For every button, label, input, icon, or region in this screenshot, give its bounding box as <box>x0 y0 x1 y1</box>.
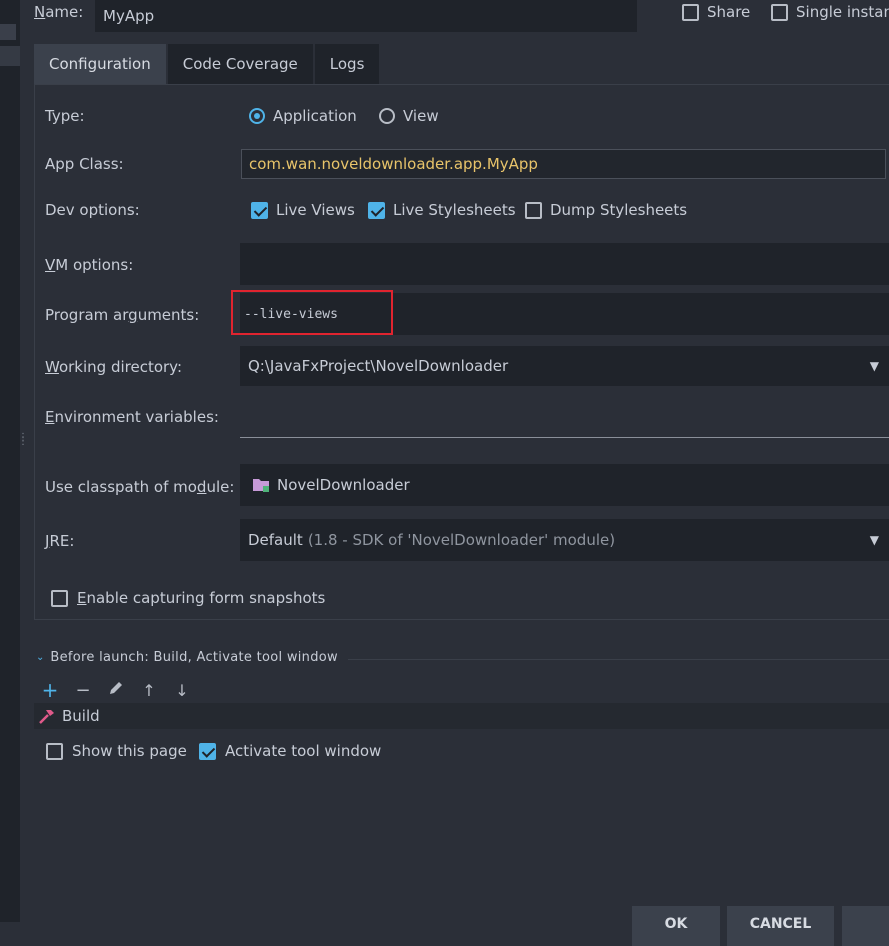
dump-stylesheets-label: Dump Stylesheets <box>550 201 688 219</box>
before-launch-title: Before launch: Build, Activate tool wind… <box>50 650 338 665</box>
sidebar-selection <box>0 24 16 40</box>
single-instance-label: Single instan <box>796 3 889 21</box>
name-label: Name: <box>34 3 84 21</box>
remove-icon[interactable]: − <box>74 680 92 701</box>
activate-tool-window-checkbox[interactable]: Activate tool window <box>199 742 381 760</box>
live-views-label: Live Views <box>276 201 355 219</box>
working-dir-field[interactable]: Q:\JavaFxProject\NovelDownloader ▼ <box>240 346 889 386</box>
tab-code-coverage[interactable]: Code Coverage <box>167 44 313 84</box>
before-launch-list: Build <box>34 703 889 729</box>
ok-button[interactable]: OK <box>632 906 720 946</box>
sidebar-selection-2 <box>0 46 20 66</box>
classpath-field[interactable]: NovelDownloader <box>240 464 889 506</box>
before-launch-toolbar: + − ↑ ↓ <box>41 678 191 702</box>
single-instance-checkbox[interactable]: Single instan <box>771 3 889 21</box>
chevron-down-icon[interactable]: ⌄ <box>36 652 44 663</box>
env-vars-field[interactable] <box>240 397 889 438</box>
build-hammer-icon <box>38 707 56 725</box>
classpath-label: Use classpath of module: <box>45 478 235 496</box>
share-checkbox-box[interactable] <box>682 3 699 21</box>
tab-configuration[interactable]: Configuration <box>34 44 166 84</box>
radio-view-label: View <box>403 107 439 125</box>
module-folder-icon <box>253 477 271 493</box>
app-class-label: App Class: <box>45 155 124 173</box>
add-icon[interactable]: + <box>41 678 59 702</box>
before-launch-header[interactable]: ⌄ Before launch: Build, Activate tool wi… <box>36 650 338 665</box>
show-page-check[interactable] <box>46 742 63 760</box>
dev-options-label: Dev options: <box>45 201 140 219</box>
highlight-box <box>231 290 393 335</box>
snapshots-checkbox[interactable]: Enable capturing form snapshots <box>51 589 325 607</box>
env-vars-label: Environment variables: <box>45 408 219 426</box>
build-task-label[interactable]: Build <box>62 707 100 725</box>
jre-label: JRE: <box>45 532 75 550</box>
live-stylesheets-checkbox[interactable]: Live Stylesheets <box>368 201 516 219</box>
tab-logs[interactable]: Logs <box>314 44 380 84</box>
jre-field[interactable]: Default (1.8 - SDK of 'NovelDownloader' … <box>240 519 889 561</box>
name-value: MyApp <box>103 7 155 25</box>
dump-stylesheets-checkbox[interactable]: Dump Stylesheets <box>525 201 687 219</box>
dump-stylesheets-check[interactable] <box>525 201 542 219</box>
activate-tool-window-label: Activate tool window <box>225 742 382 760</box>
radio-application[interactable] <box>249 108 265 124</box>
arrow-up-icon[interactable]: ↑ <box>140 681 158 700</box>
apply-button[interactable] <box>842 906 889 946</box>
program-args-label: Program arguments: <box>45 306 200 324</box>
left-sidebar <box>0 0 20 922</box>
classpath-value: NovelDownloader <box>277 476 410 494</box>
resize-grip-icon[interactable]: ⋮ ⋮ <box>18 433 28 452</box>
cancel-button[interactable]: CANCEL <box>727 906 834 946</box>
app-class-field[interactable]: com.wan.noveldownloader.app.MyApp <box>241 149 886 179</box>
show-page-checkbox[interactable]: Show this page <box>46 742 187 760</box>
type-view-radio[interactable]: View <box>379 107 439 125</box>
radio-view[interactable] <box>379 108 395 124</box>
edit-icon[interactable] <box>107 680 125 700</box>
activate-tool-window-check[interactable] <box>199 742 216 760</box>
snapshots-label: Enable capturing form snapshots <box>77 589 326 607</box>
type-label: Type: <box>45 107 85 125</box>
name-field[interactable]: MyApp <box>95 0 637 32</box>
single-instance-checkbox-box[interactable] <box>771 3 788 21</box>
app-class-value: com.wan.noveldownloader.app.MyApp <box>249 155 538 173</box>
share-label: Share <box>707 3 751 21</box>
divider <box>348 659 889 660</box>
jre-value: Default <box>248 531 303 549</box>
chevron-down-icon[interactable]: ▼ <box>870 533 879 547</box>
working-dir-value: Q:\JavaFxProject\NovelDownloader <box>248 357 509 375</box>
live-views-check[interactable] <box>251 201 268 219</box>
vm-options-field[interactable] <box>240 243 889 285</box>
vm-options-label: VM options: <box>45 256 134 274</box>
snapshots-check[interactable] <box>51 589 68 607</box>
show-page-label: Show this page <box>72 742 187 760</box>
live-stylesheets-label: Live Stylesheets <box>393 201 516 219</box>
live-views-checkbox[interactable]: Live Views <box>251 201 355 219</box>
config-tabs: Configuration Code Coverage Logs <box>34 44 381 84</box>
jre-detail: (1.8 - SDK of 'NovelDownloader' module) <box>307 531 616 549</box>
chevron-down-icon[interactable]: ▼ <box>870 359 879 373</box>
radio-application-label: Application <box>273 107 357 125</box>
working-dir-label: Working directory: <box>45 358 183 376</box>
type-application-radio[interactable]: Application <box>249 107 357 125</box>
arrow-down-icon[interactable]: ↓ <box>173 681 191 700</box>
live-stylesheets-check[interactable] <box>368 201 385 219</box>
share-checkbox[interactable]: Share <box>682 3 750 21</box>
